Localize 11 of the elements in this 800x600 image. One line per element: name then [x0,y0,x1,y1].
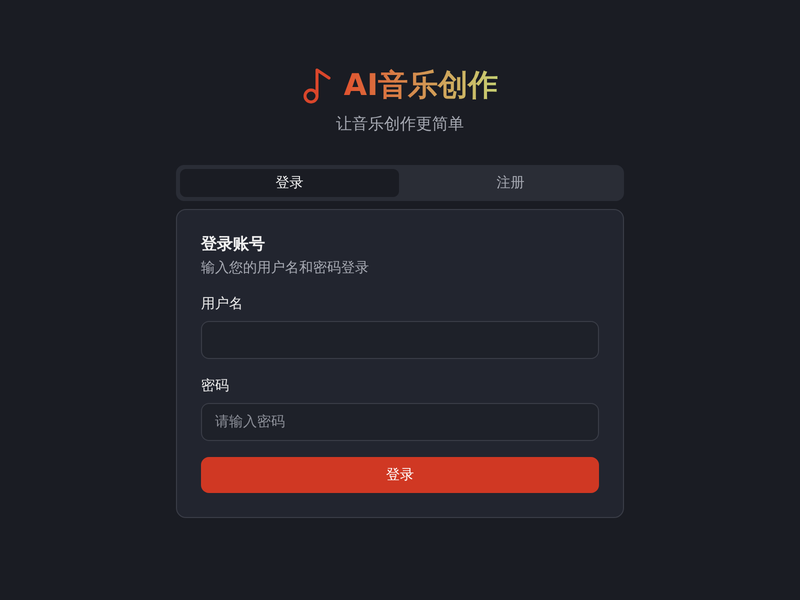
input-field[interactable] [201,321,599,359]
login-button[interactable]: 登录 [201,457,599,493]
input-field[interactable]: 请输入密码 [201,403,599,441]
field-label: 用户名 [201,295,244,313]
music-note-icon [302,67,332,105]
form-title: 登录账号 [201,234,266,255]
tab[interactable]: 登录 [180,169,399,197]
field-label: 密码 [201,377,230,395]
app-subtitle: 让音乐创作更简单 [336,114,464,135]
form-description: 输入您的用户名和密码登录 [201,259,370,277]
tab[interactable]: 注册 [401,169,620,197]
